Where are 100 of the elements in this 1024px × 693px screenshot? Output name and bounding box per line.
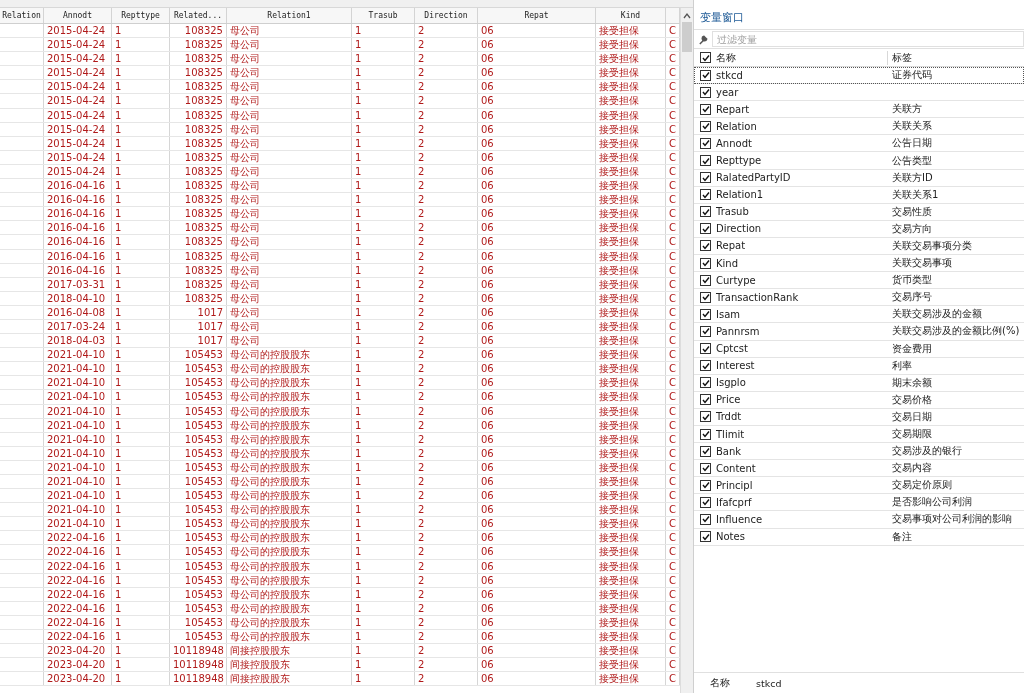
table-cell: 2022-04-16 [44, 615, 112, 630]
table-cell: 接受担保 [596, 122, 666, 136]
filter-field[interactable]: 过滤变量 [712, 31, 1024, 47]
variable-row[interactable]: Principl 交易定价原则 [694, 477, 1024, 495]
table-cell: 母公司的控股股东 [227, 475, 352, 489]
checkbox[interactable] [700, 69, 711, 81]
variable-row[interactable]: Curtype 货币类型 [694, 272, 1024, 290]
column-header[interactable]: Relation [0, 8, 44, 23]
column-header[interactable]: Direction [415, 8, 478, 23]
table-cell: 2022-04-16 [44, 630, 112, 644]
checkbox[interactable] [700, 103, 711, 115]
checkbox[interactable] [700, 137, 711, 149]
variable-row[interactable]: Kind 关联交易事项 [694, 255, 1024, 273]
column-header[interactable]: 标签 [888, 50, 912, 65]
checkbox[interactable] [700, 428, 711, 440]
column-header[interactable]: Annodt [44, 8, 112, 23]
checkbox[interactable] [700, 257, 711, 269]
table-cell: 1 [352, 193, 415, 207]
table-cell: 06 [478, 291, 596, 305]
checkbox[interactable] [700, 240, 711, 252]
variable-row[interactable]: Interest 利率 [694, 357, 1024, 375]
table-cell: 10118948 [170, 672, 227, 686]
table-cell: 接受担保 [596, 52, 666, 66]
variable-row[interactable]: Trasub 交易性质 [694, 203, 1024, 221]
variable-row[interactable]: Trddt 交易日期 [694, 408, 1024, 426]
variable-row[interactable]: TransactionRank 交易序号 [694, 289, 1024, 307]
checkbox[interactable] [700, 394, 711, 406]
table-cell: 1 [112, 193, 170, 207]
checkbox[interactable] [700, 308, 711, 320]
variable-row[interactable]: Relation1 关联关系1 [694, 186, 1024, 204]
column-header[interactable]: 名称 [711, 50, 888, 65]
variable-row[interactable]: Bank 交易涉及的银行 [694, 443, 1024, 461]
table-cell: 2 [415, 615, 478, 630]
table-cell: 06 [478, 136, 596, 150]
column-header[interactable]: Related... [170, 8, 227, 23]
checkbox[interactable] [700, 206, 711, 218]
variable-row[interactable]: Repttype 公告类型 [694, 152, 1024, 170]
column-header[interactable]: Repat [478, 8, 596, 23]
table-cell: 06 [478, 207, 596, 221]
variable-row[interactable]: Isam 关联交易涉及的金额 [694, 306, 1024, 324]
variable-row[interactable]: Notes 备注 [694, 528, 1024, 546]
variable-row[interactable]: Ifafcprf 是否影响公司利润 [694, 494, 1024, 512]
table-cell: 1 [112, 80, 170, 94]
table-cell: 1017 [170, 334, 227, 348]
column-header[interactable]: Repttype [112, 8, 170, 23]
variable-row[interactable]: Tlimit 交易期限 [694, 425, 1024, 444]
checkbox[interactable] [700, 189, 711, 201]
variable-row[interactable]: Pannrsm 关联交易涉及的金额比例(%) [694, 323, 1024, 341]
checkbox[interactable] [700, 155, 711, 166]
table-cell: 108325 [170, 291, 227, 305]
checkbox[interactable] [700, 223, 711, 235]
variable-row[interactable]: Cptcst 资金费用 [694, 340, 1024, 358]
column-header[interactable]: Relation1 [227, 8, 352, 23]
checkbox[interactable] [700, 445, 711, 457]
variable-row[interactable]: year [694, 84, 1024, 102]
checkbox[interactable] [700, 325, 711, 337]
checkbox[interactable] [700, 120, 711, 132]
variable-row[interactable]: Repat 关联交易事项分类 [694, 237, 1024, 256]
variable-row[interactable]: Price 交易价格 [694, 391, 1024, 409]
variable-row[interactable]: Relation 关联关系 [694, 118, 1024, 136]
checkbox[interactable] [700, 172, 711, 184]
checkbox[interactable] [700, 377, 711, 389]
table-cell: 接受担保 [596, 263, 666, 277]
table-cell: 接受担保 [596, 489, 666, 503]
column-header[interactable]: Kind [596, 8, 666, 23]
table-cell: 母公司 [227, 66, 352, 80]
table-cell: 母公司 [227, 319, 352, 334]
variable-row[interactable]: Isgplo 期末余额 [694, 374, 1024, 392]
checkbox[interactable] [700, 86, 711, 98]
table-cell: 母公司 [227, 221, 352, 235]
checkbox[interactable] [700, 462, 711, 474]
table-cell: 2 [415, 249, 478, 263]
table-cell: 2016-04-16 [44, 179, 112, 193]
scrollbar[interactable] [680, 8, 693, 693]
table-cell: 06 [478, 263, 596, 277]
checkbox[interactable] [700, 291, 711, 303]
checkbox[interactable] [700, 411, 711, 423]
checkbox[interactable] [700, 514, 711, 525]
table-cell: 2021-04-10 [44, 404, 112, 418]
checkbox[interactable] [700, 496, 711, 508]
variable-row[interactable]: RalatedPartyID 关联方ID [694, 169, 1024, 187]
variable-row[interactable]: Direction 交易方向 [694, 220, 1024, 238]
checkbox[interactable] [700, 531, 711, 543]
variable-label: 交易内容 [891, 461, 932, 476]
table-cell: 2 [415, 672, 478, 686]
variable-label: 交易定价原则 [891, 478, 952, 493]
variable-row[interactable]: stkcd 证券代码 [694, 67, 1024, 85]
checkbox[interactable] [700, 479, 711, 491]
table-cell: 1 [112, 38, 170, 52]
variable-row[interactable]: Influence 交易事项对公司利润的影响 [694, 511, 1024, 529]
scroll-thumb[interactable] [682, 22, 692, 52]
checkbox[interactable] [700, 360, 711, 372]
checkbox[interactable] [700, 52, 711, 63]
variable-row[interactable]: Annodt 公告日期 [694, 135, 1024, 153]
variable-row[interactable]: Content 交易内容 [694, 460, 1024, 478]
wrench-icon[interactable] [698, 33, 709, 45]
column-header[interactable]: Trasub [352, 8, 415, 23]
checkbox[interactable] [700, 343, 711, 355]
checkbox[interactable] [700, 274, 711, 286]
variable-row[interactable]: Repart 关联方 [694, 101, 1024, 119]
